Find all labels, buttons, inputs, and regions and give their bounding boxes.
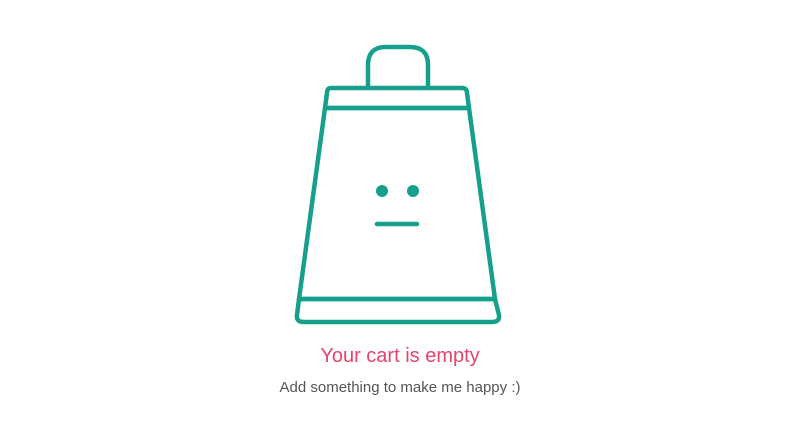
empty-cart-title: Your cart is empty (320, 345, 480, 367)
empty-cart-view: Your cart is empty Add something to make… (0, 0, 800, 446)
empty-cart-subtitle: Add something to make me happy :) (279, 379, 521, 396)
bag-top-band (322, 85, 472, 111)
shopping-bag-icon (294, 44, 502, 325)
bag-bottom-band (294, 296, 502, 325)
face-right-eye (407, 185, 419, 197)
bag-body (296, 105, 498, 302)
bag-handle (365, 44, 431, 90)
face-left-eye (376, 185, 388, 197)
